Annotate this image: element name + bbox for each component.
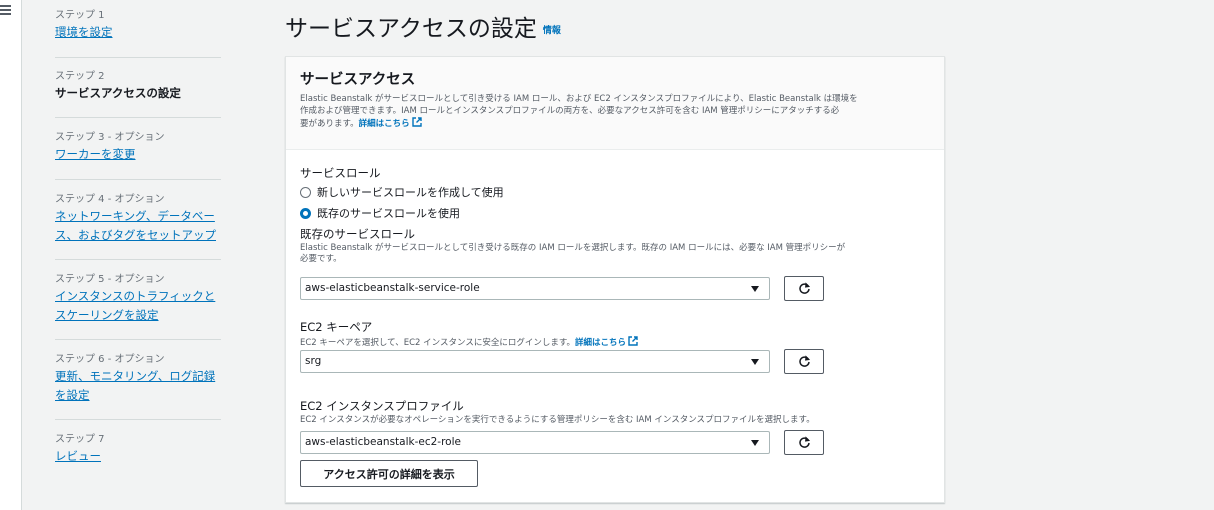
step-label: ステップ 1 bbox=[55, 10, 105, 21]
keypair-select[interactable]: srg bbox=[300, 350, 770, 373]
step-label: ステップ 2 bbox=[55, 71, 105, 82]
step-5: ステップ 5 - オプション インスタンスのトラフィックと スケーリングを設定 bbox=[55, 260, 221, 340]
radio-new-label: 新しいサービスロールを作成して使用 bbox=[317, 186, 504, 199]
view-permission-details-button[interactable]: アクセス許可の詳細を表示 bbox=[300, 460, 478, 487]
existing-role-desc-line-1: Elastic Beanstalk がサービスロールとして引き受ける既存の IA… bbox=[300, 243, 846, 253]
keypair-description: EC2 キーペアを選択して、EC2 インスタンスに安全にログインします。詳細はこ… bbox=[300, 336, 638, 349]
existing-role-desc-line-2: 必要です。 bbox=[300, 254, 342, 264]
container-title: サービスアクセス bbox=[300, 72, 416, 88]
step-link-configure-environment[interactable]: 環境を設定 bbox=[55, 23, 221, 42]
keypair-label: EC2 キーペア bbox=[300, 320, 373, 334]
external-link-icon bbox=[628, 336, 638, 346]
service-role-heading: サービスロール bbox=[300, 166, 381, 180]
learn-more-text: 詳細はこちら bbox=[358, 119, 410, 129]
step-7: ステップ 7 レビュー bbox=[55, 420, 221, 480]
step-link-monitoring-line1[interactable]: 更新、モニタリング、ログ記録 bbox=[55, 367, 221, 386]
instance-profile-description: EC2 インスタンスが必要なオペレーションを実行できるようにする管理ポリシーを含… bbox=[300, 415, 815, 425]
radio-existing-label: 既存のサービスロールを使用 bbox=[317, 207, 460, 220]
step-3: ステップ 3 - オプション ワーカーを変更 bbox=[55, 118, 221, 180]
refresh-keypairs-button[interactable] bbox=[784, 349, 824, 374]
step-link-monitoring-line2[interactable]: を設定 bbox=[55, 386, 221, 405]
caret-down-icon bbox=[751, 286, 759, 292]
instance-profile-select-value: aws-elasticbeanstalk-ec2-role bbox=[305, 436, 461, 448]
step-label: ステップ 7 bbox=[55, 434, 105, 445]
refresh-instance-profiles-button[interactable] bbox=[784, 430, 824, 455]
keypair-learn-more-text: 詳細はこちら bbox=[574, 338, 626, 348]
keypair-select-value: srg bbox=[305, 355, 322, 367]
step-link-traffic-line1[interactable]: インスタンスのトラフィックと bbox=[55, 287, 221, 306]
step-label: ステップ 4 - オプション bbox=[55, 194, 165, 205]
step-label: ステップ 6 - オプション bbox=[55, 354, 165, 365]
container-description: Elastic Beanstalk がサービスロールとして引き受ける IAM ロ… bbox=[300, 94, 932, 131]
caret-down-icon bbox=[751, 359, 759, 365]
radio-new-indicator[interactable] bbox=[300, 186, 311, 198]
wizard-steps-nav: ステップ 1 環境を設定 ステップ 2 サービスアクセスの設定 ステップ 3 -… bbox=[55, 0, 221, 480]
desc-line-2: 作成および管理できます。IAM ロールとインスタンスプロファイルの両方を、必要な… bbox=[300, 105, 840, 116]
service-access-container: サービスアクセス Elastic Beanstalk がサービスロールとして引き… bbox=[285, 56, 945, 503]
instance-profile-label: EC2 インスタンスプロファイル bbox=[300, 399, 464, 413]
left-rail bbox=[0, 0, 22, 510]
caret-down-icon bbox=[751, 440, 759, 446]
step-label: ステップ 5 - オプション bbox=[55, 274, 165, 285]
container-header: サービスアクセス Elastic Beanstalk がサービスロールとして引き… bbox=[286, 57, 944, 150]
refresh-icon bbox=[799, 282, 811, 294]
radio-new-service-role[interactable]: 新しいサービスロールを作成して使用 bbox=[300, 183, 504, 201]
desc-line-3-text: 要があります。 bbox=[300, 119, 359, 129]
external-link-icon bbox=[411, 117, 422, 127]
step-link-traffic-line2[interactable]: スケーリングを設定 bbox=[55, 306, 221, 325]
step-current-service-access: サービスアクセスの設定 bbox=[55, 86, 181, 100]
step-link-review[interactable]: レビュー bbox=[55, 447, 221, 466]
app-root: ステップ 1 環境を設定 ステップ 2 サービスアクセスの設定 ステップ 3 -… bbox=[0, 0, 1214, 510]
radio-existing-indicator[interactable] bbox=[300, 207, 311, 219]
info-link[interactable]: 情報 bbox=[543, 26, 561, 36]
instance-profile-select[interactable]: aws-elasticbeanstalk-ec2-role bbox=[300, 431, 770, 454]
existing-role-select-value: aws-elasticbeanstalk-service-role bbox=[305, 282, 480, 294]
hamburger-menu-icon[interactable] bbox=[0, 4, 12, 16]
keypair-learn-more-link[interactable]: 詳細はこちら bbox=[574, 336, 638, 348]
radio-existing-service-role[interactable]: 既存のサービスロールを使用 bbox=[300, 204, 460, 222]
page-title: サービスアクセスの設定 情報 bbox=[285, 9, 561, 43]
existing-role-select[interactable]: aws-elasticbeanstalk-service-role bbox=[300, 277, 770, 300]
step-2: ステップ 2 サービスアクセスの設定 bbox=[55, 58, 221, 118]
desc-line-1: Elastic Beanstalk がサービスロールとして引き受ける IAM ロ… bbox=[300, 94, 858, 104]
step-6: ステップ 6 - オプション 更新、モニタリング、ログ記録 を設定 bbox=[55, 340, 221, 420]
keypair-desc-text: EC2 キーペアを選択して、EC2 インスタンスに安全にログインします。 bbox=[300, 338, 575, 348]
step-link-workers[interactable]: ワーカーを変更 bbox=[55, 145, 221, 164]
step-4: ステップ 4 - オプション ネットワーキング、データベー ス、およびタグをセッ… bbox=[55, 180, 221, 260]
desc-line-3: 要があります。詳細はこちら bbox=[300, 117, 932, 131]
learn-more-link[interactable]: 詳細はこちら bbox=[358, 117, 422, 129]
step-link-networking-line1[interactable]: ネットワーキング、データベー bbox=[55, 207, 221, 226]
step-1: ステップ 1 環境を設定 bbox=[55, 0, 221, 58]
existing-role-description: Elastic Beanstalk がサービスロールとして引き受ける既存の IA… bbox=[300, 243, 845, 265]
step-label: ステップ 3 - オプション bbox=[55, 132, 165, 143]
refresh-icon bbox=[799, 355, 811, 367]
refresh-service-roles-button[interactable] bbox=[784, 276, 824, 301]
step-link-networking-line2[interactable]: ス、およびタグをセットアップ bbox=[55, 226, 221, 245]
existing-role-label: 既存のサービスロール bbox=[300, 227, 415, 241]
refresh-icon bbox=[799, 436, 811, 448]
page-title-text: サービスアクセスの設定 bbox=[285, 16, 537, 42]
